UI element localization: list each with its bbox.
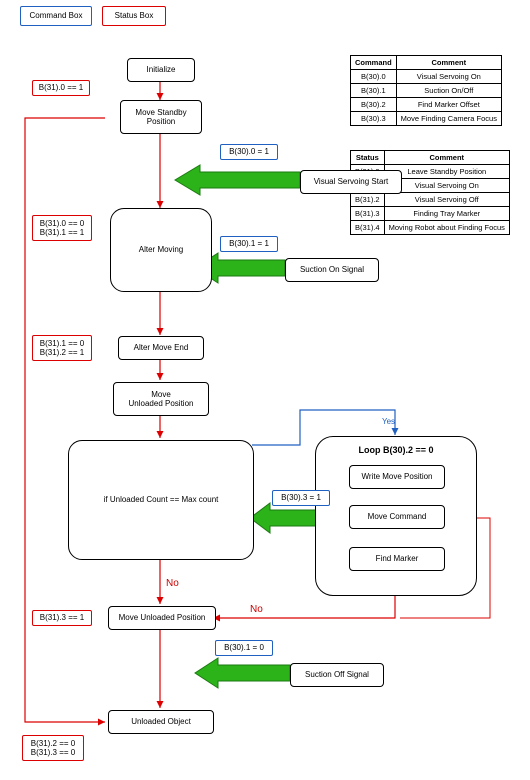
cmd-r2c0: B(30).2 [351,98,397,112]
cmd-b30-1-label: B(30).1 = 1 [229,239,269,248]
status-b31-3: B(31).3 == 1 [32,610,92,626]
no-label-1: No [166,578,179,589]
status-b31-12: B(31).1 == 0 B(31).2 == 1 [32,335,92,361]
node-move-unloaded: Move Unloaded Position [113,382,209,416]
status-b31-3-label: B(31).3 == 1 [40,613,84,622]
node-if-label: if Unloaded Count == Max count [104,495,219,504]
node-find-marker: Find Marker [349,547,445,571]
node-write-move-position: Write Move Position [349,465,445,489]
cmd-r1c1: Suction On/Off [396,84,501,98]
cmd-head-1: Comment [396,56,501,70]
flow-diagram: Command Box Status Box CommandComment B(… [0,0,530,780]
status-b31-0-label: B(31).0 == 1 [39,83,83,92]
node-find-marker-label: Find Marker [376,554,419,563]
status-b31-23-label: B(31).2 == 0 B(31).3 == 0 [31,739,75,757]
node-move-standby: Move Standby Position [120,100,202,134]
status-b31-01-label: B(31).0 == 0 B(31).1 == 1 [40,219,84,237]
cmd-head-0: Command [351,56,397,70]
node-move-standby-label: Move Standby Position [135,108,186,126]
no-label-2: No [250,604,263,615]
command-table: CommandComment B(30).0Visual Servoing On… [350,55,502,126]
node-initialize-label: Initialize [147,65,176,74]
cmd-b30-1: B(30).1 = 1 [220,236,278,252]
status-b31-23: B(31).2 == 0 B(31).3 == 0 [22,735,84,761]
legend-command-label: Command Box [30,11,83,20]
node-write-move-label: Write Move Position [362,472,433,481]
legend-status-box: Status Box [102,6,166,26]
node-visual-servo-start-label: Visual Servoing Start [314,177,389,186]
node-move-cmd-label: Move Command [368,512,427,521]
cmd-b30-1-off-label: B(30).1 = 0 [224,643,264,652]
status-b31-12-label: B(31).1 == 0 B(31).2 == 1 [40,339,84,357]
cmd-b30-3: B(30).3 = 1 [272,490,330,506]
node-if-unloaded-count: if Unloaded Count == Max count [68,440,254,560]
node-move-unloaded-label: Move Unloaded Position [129,390,194,408]
node-alter-move-end-label: Alter Move End [134,343,189,352]
cmd-b30-1-off: B(30).1 = 0 [215,640,273,656]
st-r1c1: Visual Servoing On [384,179,509,193]
st-r2c1: Visual Servoing Off [384,193,509,207]
cmd-b30-3-label: B(30).3 = 1 [281,493,321,502]
node-unloaded-object: Unloaded Object [108,710,214,734]
node-unloaded-object-label: Unloaded Object [131,717,191,726]
node-suction-on-label: Suction On Signal [300,265,364,274]
cmd-r0c0: B(30).0 [351,70,397,84]
stat-head-1: Comment [384,151,509,165]
node-alter-moving-label: Alter Moving [139,245,183,254]
status-b31-0: B(31).0 == 1 [32,80,90,96]
stat-head-0: Status [351,151,385,165]
cmd-b30-0: B(30).0 = 1 [220,144,278,160]
node-move-unloaded-pos2-label: Move Unloaded Position [119,613,206,622]
status-b31-01: B(31).0 == 0 B(31).1 == 1 [32,215,92,241]
node-initialize: Initialize [127,58,195,82]
st-r0c1: Leave Standby Position [384,165,509,179]
loop-title: Loop B(30).2 == 0 [316,445,476,455]
node-alter-move-end: Alter Move End [118,336,204,360]
node-move-command: Move Command [349,505,445,529]
loop-container: Loop B(30).2 == 0 Write Move Position Mo… [315,436,477,596]
st-r4c1: Moving Robot about Finding Focus [384,221,509,235]
legend-status-label: Status Box [115,11,154,20]
yes-label: Yes [382,418,395,427]
cmd-b30-0-label: B(30).0 = 1 [229,147,269,156]
node-suction-off-label: Suction Off Signal [305,670,369,679]
node-visual-servo-start: Visual Servoing Start [300,170,402,194]
cmd-r3c0: B(30).3 [351,112,397,126]
st-r3c0: B(31).3 [351,207,385,221]
node-alter-moving: Alter Moving [110,208,212,292]
cmd-r2c1: Find Marker Offset [396,98,501,112]
node-move-unloaded-pos2: Move Unloaded Position [108,606,216,630]
st-r4c0: B(31).4 [351,221,385,235]
node-suction-off: Suction Off Signal [290,663,384,687]
legend-command-box: Command Box [20,6,92,26]
st-r2c0: B(31).2 [351,193,385,207]
cmd-r3c1: Move Finding Camera Focus [396,112,501,126]
node-suction-on: Suction On Signal [285,258,379,282]
cmd-r1c0: B(30).1 [351,84,397,98]
cmd-r0c1: Visual Servoing On [396,70,501,84]
st-r3c1: Finding Tray Marker [384,207,509,221]
